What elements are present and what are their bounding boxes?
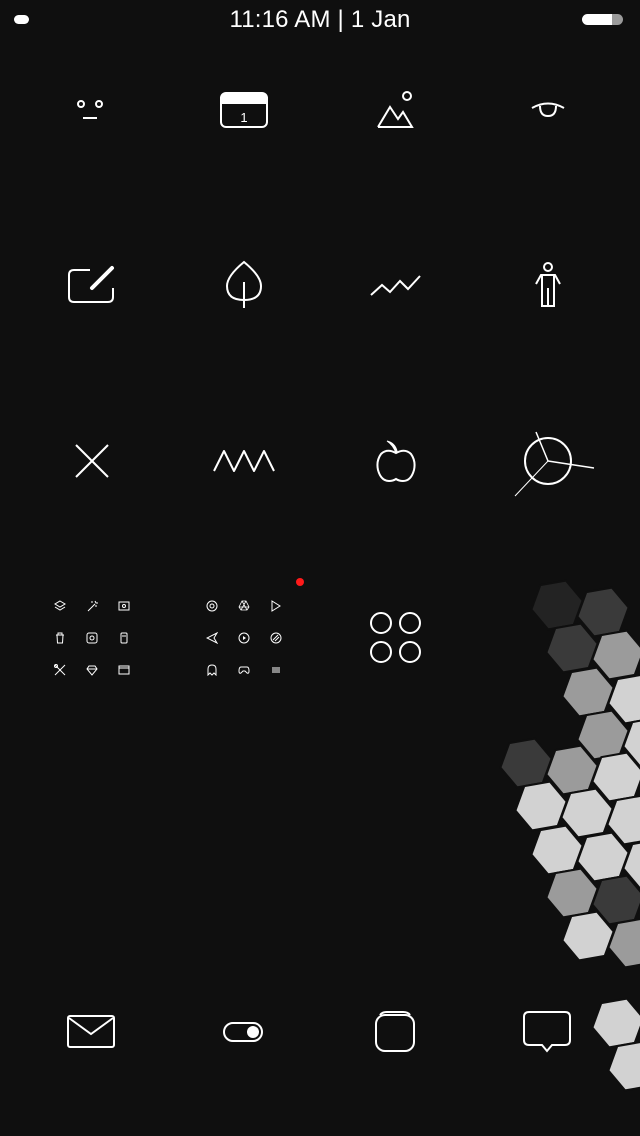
hexagon-tile	[530, 579, 584, 631]
trash-icon	[54, 632, 66, 644]
mountain-sun-icon	[376, 91, 416, 129]
stocks-app[interactable]	[346, 235, 446, 335]
zigzag-icon	[213, 450, 275, 472]
toggle-settings-icon	[223, 1021, 265, 1043]
tools-icon	[54, 664, 66, 676]
calendar-app[interactable]: 1	[194, 60, 294, 160]
folder-2[interactable]	[189, 583, 299, 693]
hexagon-wallpaper	[499, 579, 640, 1092]
person-icon	[533, 262, 563, 308]
hexagon-tile	[607, 918, 640, 969]
play-circle-icon	[238, 632, 250, 644]
leaf-app[interactable]	[194, 235, 294, 335]
send-icon	[206, 632, 218, 644]
screen-icon	[118, 600, 130, 612]
eye-icon	[530, 101, 566, 119]
compose-icon	[68, 266, 116, 304]
four-circles-icon	[370, 612, 422, 664]
camera-icon	[86, 632, 98, 644]
layers-icon	[54, 600, 66, 612]
leaf-icon	[225, 260, 263, 310]
messages-app[interactable]	[498, 982, 598, 1082]
close-x-icon	[75, 444, 109, 478]
zigzag-app[interactable]	[194, 411, 294, 511]
photos-app[interactable]	[346, 60, 446, 160]
circles-app[interactable]	[346, 588, 446, 688]
hexagon-tile	[499, 737, 553, 789]
app-store-icon	[270, 632, 282, 644]
eye-app[interactable]	[498, 60, 598, 160]
stocks-line-icon	[370, 273, 422, 297]
folder-1[interactable]	[37, 583, 147, 693]
message-bubble-icon	[523, 1011, 573, 1053]
clock-icon	[503, 426, 593, 496]
ghost-icon	[206, 664, 218, 676]
hexagon-tile	[607, 1041, 640, 1092]
phone-icon	[118, 632, 130, 644]
play-store-icon	[270, 600, 282, 612]
hexagon-tile	[591, 997, 640, 1049]
person-app[interactable]	[498, 235, 598, 335]
magic-wand-icon	[86, 600, 98, 612]
compose-app[interactable]	[42, 235, 142, 335]
calendar-day: 1	[240, 110, 247, 125]
drive-icon	[238, 600, 250, 612]
apple-icon	[375, 439, 417, 483]
mail-icon	[67, 1015, 117, 1049]
rounded-square-app[interactable]	[346, 982, 446, 1082]
close-app[interactable]	[42, 411, 142, 511]
lines-icon	[270, 664, 282, 676]
settings-toggle-app[interactable]	[194, 982, 294, 1082]
calendar-icon: 1	[220, 92, 268, 128]
mail-app[interactable]	[42, 982, 142, 1082]
diamond-icon	[86, 664, 98, 676]
apple-app[interactable]	[346, 411, 446, 511]
chrome-icon	[206, 600, 218, 612]
rounded-square-icon	[375, 1011, 417, 1053]
window-icon	[118, 664, 130, 676]
face-app[interactable]	[42, 60, 142, 160]
gamepad-icon	[238, 664, 250, 676]
face-icon	[77, 100, 107, 120]
notification-badge	[296, 578, 304, 586]
clock-app[interactable]	[498, 411, 598, 511]
